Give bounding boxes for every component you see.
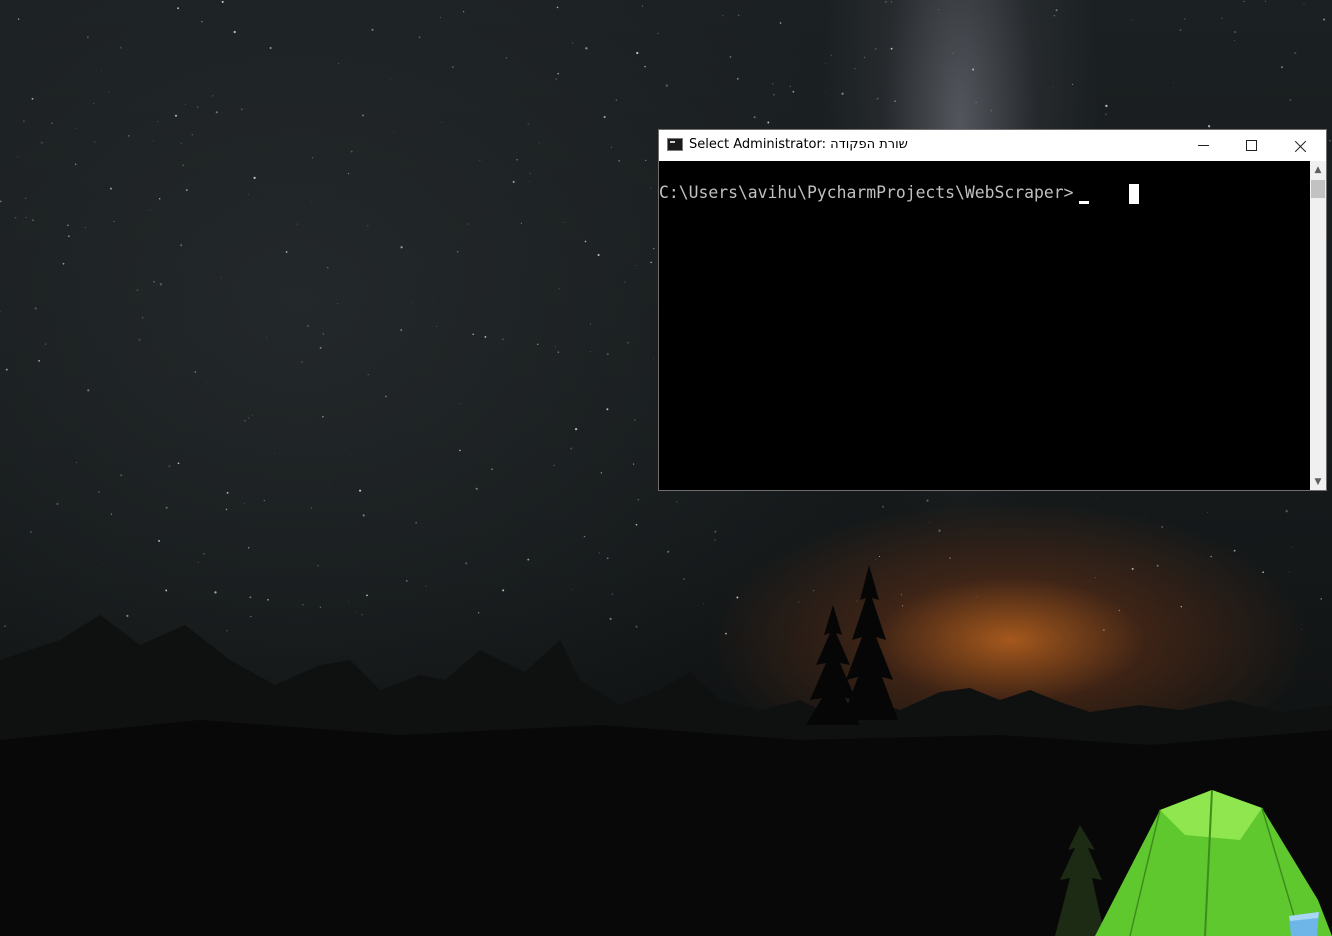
text-cursor — [1079, 201, 1089, 204]
scroll-up-button[interactable]: ▲ — [1310, 161, 1326, 178]
window-title: Select Administrator: שורת הפקודה — [689, 137, 908, 152]
close-icon — [1295, 140, 1307, 152]
chevron-up-icon: ▲ — [1314, 164, 1322, 175]
console-icon[interactable] — [667, 138, 683, 151]
console-output[interactable]: C:\Users\avihu\PycharmProjects\WebScrape… — [659, 161, 1309, 490]
minimize-button[interactable] — [1180, 130, 1226, 161]
scroll-thumb[interactable] — [1311, 180, 1325, 198]
selection-cursor — [1129, 184, 1139, 204]
command-prompt-window[interactable]: Select Administrator: שורת הפקודה C:\Use… — [658, 129, 1327, 491]
minimize-icon — [1197, 145, 1209, 146]
close-button[interactable] — [1278, 130, 1324, 161]
window-titlebar[interactable]: Select Administrator: שורת הפקודה — [659, 130, 1326, 161]
chevron-down-icon: ▼ — [1314, 476, 1322, 487]
command-prompt: C:\Users\avihu\PycharmProjects\WebScrape… — [659, 183, 1074, 202]
vertical-scrollbar[interactable]: ▲ ▼ — [1310, 161, 1326, 490]
recycle-bin-icon[interactable] — [1287, 912, 1321, 936]
scroll-down-button[interactable]: ▼ — [1310, 473, 1326, 490]
maximize-icon — [1245, 140, 1257, 151]
maximize-button[interactable] — [1228, 130, 1274, 161]
